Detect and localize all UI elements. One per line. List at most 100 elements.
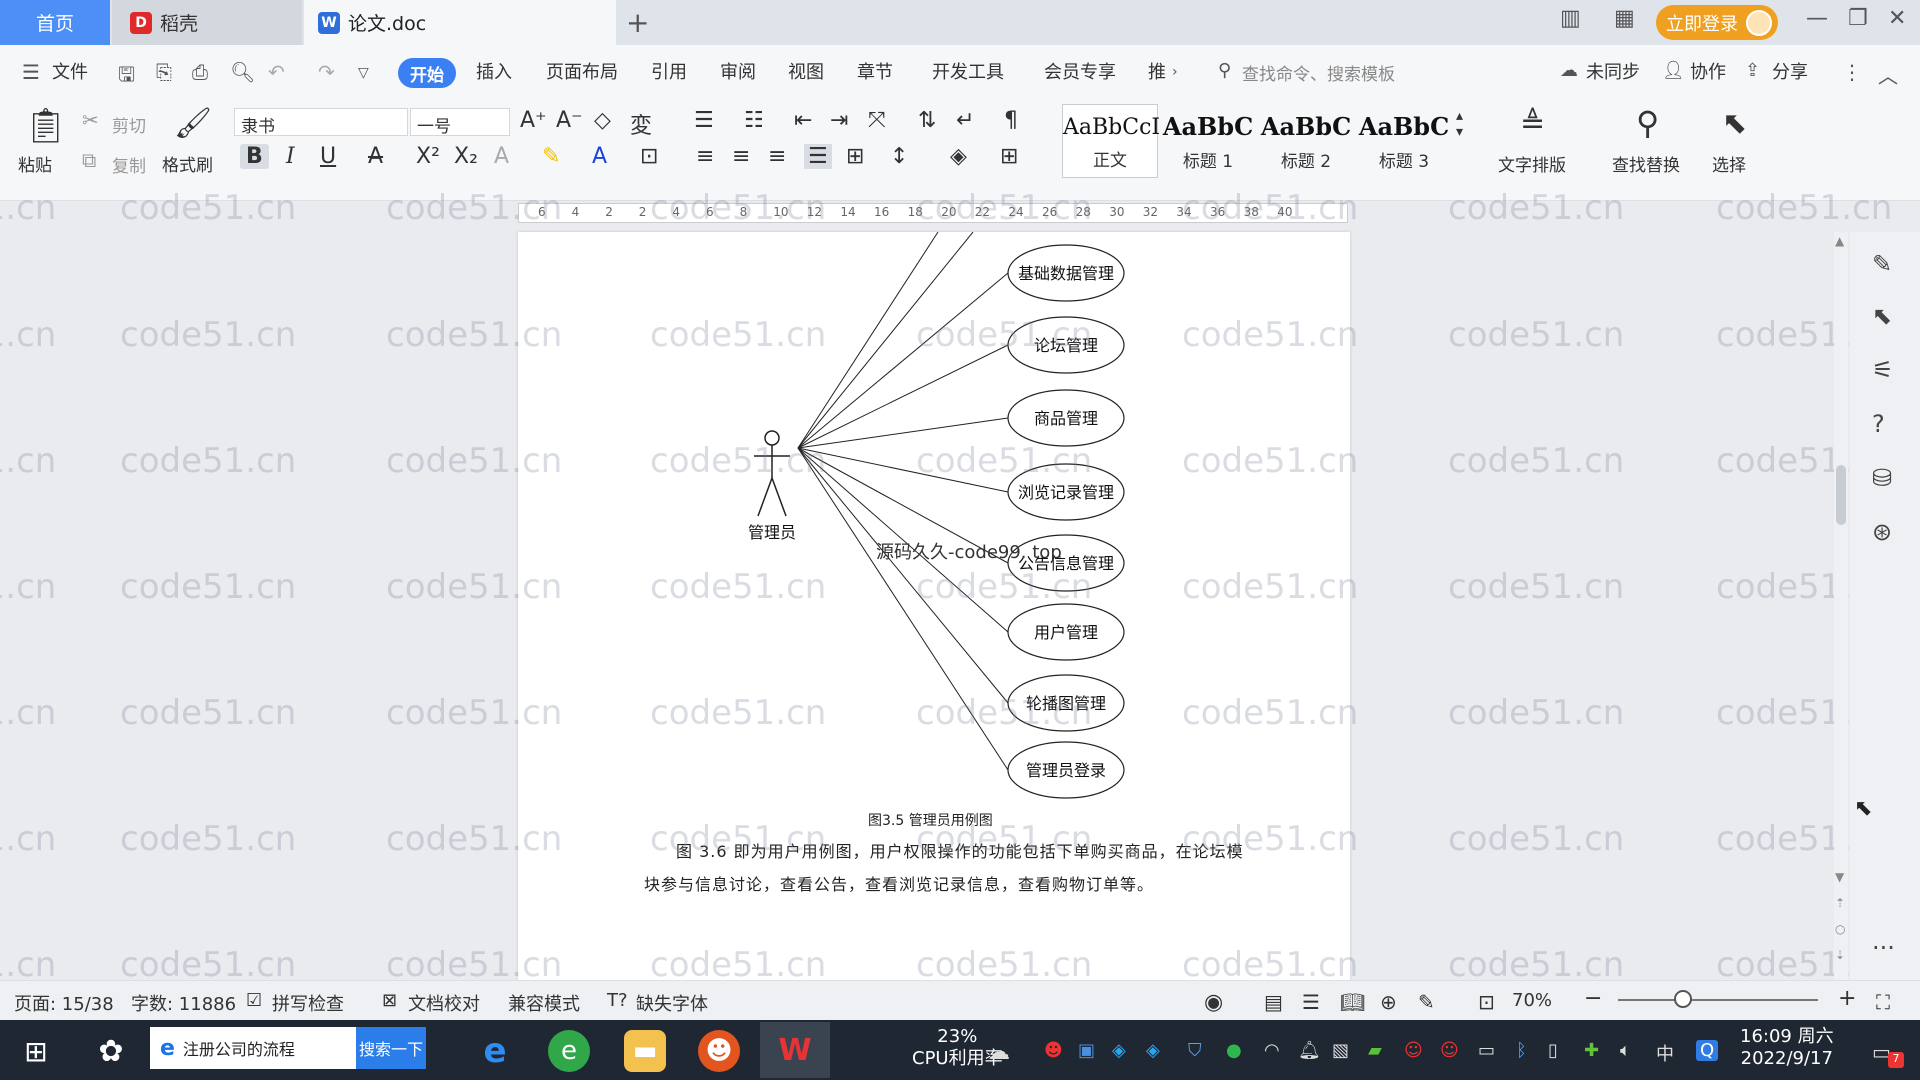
eye-protection-icon[interactable]: ◉ xyxy=(1204,990,1223,1015)
share-button[interactable]: 分享 xyxy=(1772,58,1808,84)
export-icon[interactable]: ⎘ xyxy=(156,60,172,84)
menu-file[interactable]: 文件 xyxy=(52,58,88,84)
char-border-icon[interactable]: ⊡ xyxy=(640,144,658,169)
more-options-icon[interactable]: ⋮ xyxy=(1842,60,1862,84)
save-icon[interactable]: 🖫 xyxy=(118,60,135,94)
text-direction-icon[interactable]: ⤧ xyxy=(868,108,886,133)
styles-scroll-icon[interactable]: ▴ ▾ xyxy=(1456,108,1463,140)
collab-button[interactable]: 协作 xyxy=(1690,58,1726,84)
align-center-icon[interactable]: ≡ xyxy=(732,144,750,169)
customize-dropdown-icon[interactable]: ▽ xyxy=(358,65,369,81)
tray-app-icon-5[interactable]: ● xyxy=(1226,1040,1242,1061)
shield-icon[interactable]: ⛉ xyxy=(1188,1040,1202,1061)
clear-format-icon[interactable]: ◇ xyxy=(594,108,611,133)
login-button[interactable]: 立即登录 xyxy=(1656,5,1778,40)
text-layout-icon[interactable]: ≜ xyxy=(1520,106,1545,141)
decrease-indent-icon[interactable]: ⇤ xyxy=(794,108,812,133)
font-color-icon[interactable]: A xyxy=(592,144,607,169)
page-view-icon[interactable]: ▤ xyxy=(1264,990,1283,1014)
ie-browser-icon[interactable]: e xyxy=(474,1030,516,1072)
clock[interactable]: 16:09 周六 2022/9/17 xyxy=(1740,1026,1834,1070)
bold-button[interactable]: B xyxy=(240,144,269,169)
word-count[interactable]: 字数: 11886 xyxy=(131,990,236,1016)
tray-app-icon-1[interactable]: ☻ xyxy=(1044,1040,1063,1061)
backup-icon[interactable]: ⛁ xyxy=(1872,464,1892,492)
font-name-select[interactable]: 隶书 xyxy=(234,108,408,137)
tab-home[interactable]: 首页 xyxy=(0,0,110,45)
weather-icon[interactable]: ☁ xyxy=(988,1040,1010,1065)
undo-icon[interactable]: ↶ xyxy=(268,60,285,84)
page-count[interactable]: 页面: 15/38 xyxy=(14,990,114,1016)
tray-app-icon-7[interactable]: ✚ xyxy=(1584,1040,1599,1061)
underline-button[interactable]: U xyxy=(320,144,336,169)
menu-start[interactable]: 开始 xyxy=(398,58,456,88)
line-break-icon[interactable]: ↵ xyxy=(956,108,974,133)
close-button[interactable]: ✕ xyxy=(1888,6,1906,31)
numbered-list-icon[interactable]: ☷ xyxy=(744,108,764,133)
cut-button[interactable]: 剪切 xyxy=(112,112,146,137)
menu-view[interactable]: 视图 xyxy=(788,58,824,84)
minimize-button[interactable]: — xyxy=(1806,6,1828,31)
tray-app-icon-2[interactable]: ▣ xyxy=(1078,1040,1095,1061)
web-view-icon[interactable]: ⊕ xyxy=(1380,990,1397,1014)
menu-page-layout[interactable]: 页面布局 xyxy=(546,58,618,84)
show-marks-icon[interactable]: ¶ xyxy=(1004,108,1018,133)
menu-member[interactable]: 会员专享 xyxy=(1044,58,1116,84)
align-left-icon[interactable]: ≡ xyxy=(696,144,714,169)
bell-icon[interactable]: 🔔︎ xyxy=(1298,1040,1321,1061)
tab-document[interactable]: W 论文.doc xyxy=(304,0,616,45)
select-browse-icon[interactable]: ○ xyxy=(1835,922,1845,936)
app-launcher-icon[interactable]: ✿ xyxy=(90,1030,132,1072)
justify-icon[interactable]: ☰ xyxy=(804,144,832,169)
tray-app-icon-6[interactable]: ▧ xyxy=(1332,1040,1349,1061)
find-replace-button[interactable]: 查找替换 xyxy=(1612,151,1680,176)
compass-icon[interactable]: ⊛ xyxy=(1872,518,1892,546)
format-painter-icon[interactable]: 🖌︎ xyxy=(174,106,212,141)
qq-icon-2[interactable]: ☺ xyxy=(1440,1040,1459,1061)
missing-font-button[interactable]: 缺失字体 xyxy=(636,990,708,1016)
zoom-out-icon[interactable]: − xyxy=(1584,986,1602,1011)
zoom-slider-knob[interactable] xyxy=(1674,990,1692,1008)
tray-app-icon-4[interactable]: ◈ xyxy=(1146,1040,1160,1061)
bullet-list-icon[interactable]: ☰ xyxy=(694,108,714,133)
apps-grid-icon[interactable]: ▦ xyxy=(1614,6,1635,31)
strikethrough-button[interactable]: A xyxy=(368,144,383,169)
scroll-down-icon[interactable]: ▼ xyxy=(1835,870,1844,884)
write-view-icon[interactable]: ✎ xyxy=(1418,990,1435,1014)
prev-page-icon[interactable]: ⇡ xyxy=(1835,896,1845,910)
menu-references[interactable]: 引用 xyxy=(651,58,687,84)
menu-recommend[interactable]: 推 xyxy=(1148,58,1166,84)
menu-dev-tools[interactable]: 开发工具 xyxy=(932,58,1004,84)
search-tray-icon[interactable]: Q xyxy=(1696,1040,1719,1061)
distribute-icon[interactable]: ⊞ xyxy=(846,144,864,169)
menu-insert[interactable]: 插入 xyxy=(476,58,512,84)
scrollbar-thumb[interactable] xyxy=(1836,465,1846,525)
edit-pen-icon[interactable]: ✎ xyxy=(1872,250,1892,278)
command-search-input[interactable]: 查找命令、搜索模板 xyxy=(1242,60,1395,85)
format-painter-button[interactable]: 格式刷 xyxy=(162,151,213,176)
preview-icon[interactable]: 🔍︎ xyxy=(230,60,255,84)
menu-more-icon[interactable]: › xyxy=(1172,64,1178,80)
line-spacing-icon[interactable]: ↕ xyxy=(890,144,908,169)
proofread-button[interactable]: 文档校对 xyxy=(408,990,480,1016)
adjust-icon[interactable]: ⚟ xyxy=(1872,356,1894,384)
text-layout-button[interactable]: 文字排版 xyxy=(1498,151,1566,176)
font-size-select[interactable]: 一号 xyxy=(410,108,510,137)
italic-button[interactable]: I xyxy=(286,144,295,169)
print-icon[interactable]: ⎙ xyxy=(192,60,208,84)
new-tab-button[interactable]: + xyxy=(626,6,649,39)
style-heading1[interactable]: AaBbC 标题 1 xyxy=(1160,104,1256,178)
help-icon[interactable]: ? xyxy=(1872,410,1885,438)
menu-chapter[interactable]: 章节 xyxy=(857,58,893,84)
pinyin-icon[interactable]: 変 xyxy=(630,108,652,140)
highlight-icon[interactable]: ✎ xyxy=(542,144,560,169)
spell-check-button[interactable]: 拼写检查 xyxy=(272,990,344,1016)
document-page[interactable]: 管理员 基础数据管理 论坛管理 商品管理 浏览记录管理 公告信息管理 用户管理 轮播图管理管… xyxy=(518,232,1350,980)
volume-icon[interactable]: 🔈︎ xyxy=(1620,1040,1631,1061)
select-cursor-icon[interactable]: ⬉ xyxy=(1722,106,1747,141)
fit-page-icon[interactable]: ⊡ xyxy=(1478,990,1495,1014)
paste-icon[interactable]: 📋︎ xyxy=(24,106,67,146)
menu-review[interactable]: 审阅 xyxy=(720,58,756,84)
text-effect-icon[interactable]: A xyxy=(494,144,509,169)
outline-view-icon[interactable]: ☰ xyxy=(1302,990,1320,1014)
